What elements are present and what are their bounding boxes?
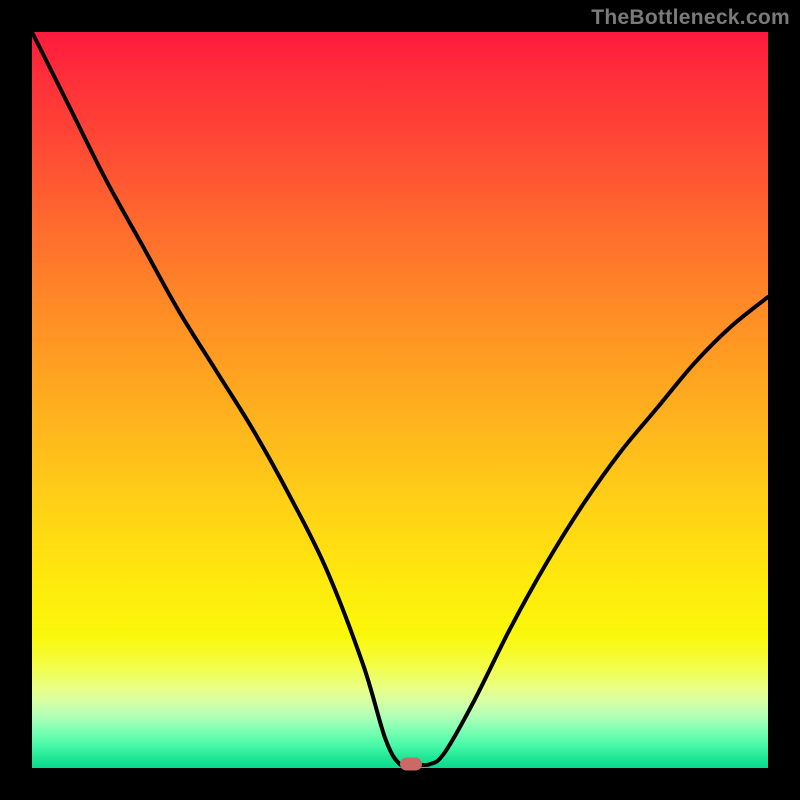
plot-area bbox=[32, 32, 768, 768]
chart-frame: TheBottleneck.com bbox=[0, 0, 800, 800]
bottleneck-curve bbox=[32, 32, 768, 768]
watermark-text: TheBottleneck.com bbox=[591, 6, 790, 30]
optimal-point-marker bbox=[400, 758, 422, 771]
